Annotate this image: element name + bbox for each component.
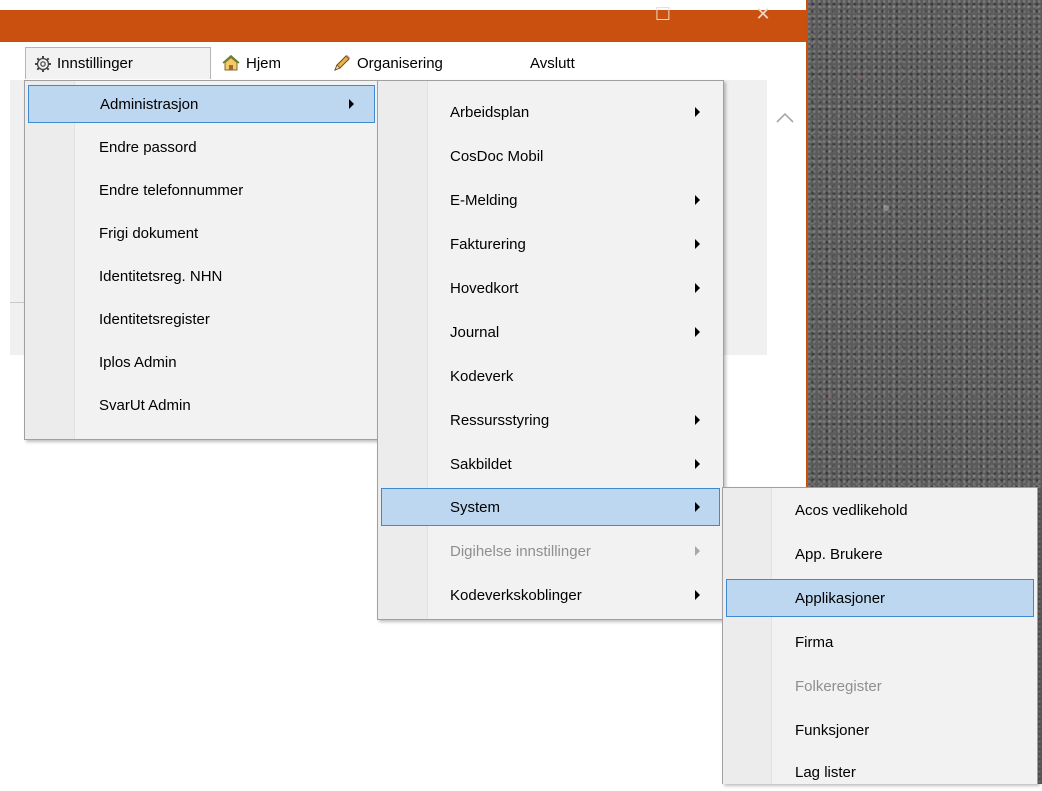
menu-hjem-label: Hjem <box>246 54 282 72</box>
menu-item-label: Identitetsregister <box>99 310 210 328</box>
submenu-arrow-icon <box>695 590 700 600</box>
menu-item-label: E-Melding <box>450 191 518 209</box>
menu-item-e-melding[interactable]: E-Melding <box>381 181 720 219</box>
menu-item-folkeregister: Folkeregister <box>726 667 1034 705</box>
menu-item-sakbildet[interactable]: Sakbildet <box>381 445 720 483</box>
menu-item-label: Sakbildet <box>450 455 512 473</box>
title-bar: ☐ ✕ <box>0 4 806 42</box>
menu-item-label: Digihelse innstillinger <box>450 542 591 560</box>
innstillinger-dropdown: Administrasjon Endre passord Endre telef… <box>24 80 379 440</box>
close-icon: ✕ <box>755 4 771 24</box>
menu-item-label: Arbeidsplan <box>450 103 530 121</box>
menu-item-label: Endre telefonnummer <box>99 181 244 199</box>
menu-item-lag-lister[interactable]: Lag lister <box>726 753 1034 791</box>
menu-item-hovedkort[interactable]: Hovedkort <box>381 269 720 307</box>
close-button[interactable]: ✕ <box>740 4 786 30</box>
menu-item-label: Endre passord <box>99 138 197 156</box>
menu-item-firma[interactable]: Firma <box>726 623 1034 661</box>
menu-item-arbeidsplan[interactable]: Arbeidsplan <box>381 93 720 131</box>
menu-innstillinger-label: Innstillinger <box>57 55 133 72</box>
menu-item-label: Firma <box>795 633 834 651</box>
maximize-button[interactable]: ☐ <box>640 4 686 30</box>
menu-item-label: App. Brukere <box>795 545 883 563</box>
submenu-arrow-icon <box>695 459 700 469</box>
submenu-arrow-icon <box>695 327 700 337</box>
menu-item-endre-passord[interactable]: Endre passord <box>28 128 375 166</box>
menu-item-endre-telefonnummer[interactable]: Endre telefonnummer <box>28 171 375 209</box>
submenu-arrow-icon <box>349 99 354 109</box>
menu-item-label: CosDoc Mobil <box>450 147 544 165</box>
menu-organisering[interactable]: Organisering <box>324 47 451 79</box>
scroll-up-icon[interactable] <box>775 112 795 124</box>
desktop-speck <box>978 300 981 303</box>
menu-bar: Innstillinger Hjem Organisering Avslutt <box>10 46 800 80</box>
menu-hjem[interactable]: Hjem <box>213 47 289 79</box>
menu-avslutt-label: Avslutt <box>530 54 575 72</box>
menu-item-label: Kodeverk <box>450 367 514 385</box>
desktop-speck <box>938 20 941 23</box>
menu-item-app-brukere[interactable]: App. Brukere <box>726 535 1034 573</box>
menu-item-identitetsreg-nhn[interactable]: Identitetsreg. NHN <box>28 257 375 295</box>
menu-item-funksjoner[interactable]: Funksjoner <box>726 711 1034 749</box>
maximize-icon: ☐ <box>654 4 672 24</box>
menu-innstillinger[interactable]: Innstillinger <box>25 47 211 79</box>
menu-item-identitetsregister[interactable]: Identitetsregister <box>28 300 375 338</box>
submenu-arrow-icon <box>695 107 700 117</box>
submenu-arrow-icon <box>695 239 700 249</box>
menu-item-label: Funksjoner <box>795 721 870 739</box>
pencil-icon <box>334 55 350 71</box>
menu-item-kodeverkskoblinger[interactable]: Kodeverkskoblinger <box>381 576 720 614</box>
menu-item-label: Identitetsreg. NHN <box>99 267 223 285</box>
submenu-arrow-icon <box>695 283 700 293</box>
submenu-arrow-icon <box>695 502 700 512</box>
menu-item-label: SvarUt Admin <box>99 396 191 414</box>
menu-item-label: Hovedkort <box>450 279 519 297</box>
menu-item-label: Frigi dokument <box>99 224 199 242</box>
menu-item-label: Applikasjoner <box>795 589 886 607</box>
menu-organisering-label: Organisering <box>357 54 443 72</box>
home-icon <box>222 54 240 71</box>
menu-item-label: System <box>450 498 501 516</box>
menu-item-label: Kodeverkskoblinger <box>450 586 582 604</box>
menu-item-system[interactable]: System <box>381 488 720 526</box>
menu-item-acos-vedlikehold[interactable]: Acos vedlikehold <box>726 491 1034 529</box>
menu-item-label: Folkeregister <box>795 677 882 695</box>
menu-avslutt[interactable]: Avslutt <box>522 47 583 79</box>
menu-item-label: Iplos Admin <box>99 353 177 371</box>
submenu-arrow-icon <box>695 415 700 425</box>
desktop-speck <box>883 205 889 211</box>
menu-item-svarut-admin[interactable]: SvarUt Admin <box>28 386 375 424</box>
menu-item-fakturering[interactable]: Fakturering <box>381 225 720 263</box>
menu-item-kodeverk[interactable]: Kodeverk <box>381 357 720 395</box>
menu-item-label: Journal <box>450 323 500 341</box>
submenu-arrow-icon <box>695 195 700 205</box>
menu-item-applikasjoner[interactable]: Applikasjoner <box>726 579 1034 617</box>
menu-item-label: Ressursstyring <box>450 411 550 429</box>
menu-item-label: Fakturering <box>450 235 526 253</box>
menu-item-cosdoc-mobil[interactable]: CosDoc Mobil <box>381 137 720 175</box>
menu-item-label: Acos vedlikehold <box>795 501 908 519</box>
menu-item-journal[interactable]: Journal <box>381 313 720 351</box>
menu-item-iplos-admin[interactable]: Iplos Admin <box>28 343 375 381</box>
menu-item-administrasjon[interactable]: Administrasjon <box>28 85 375 123</box>
gear-icon <box>35 55 51 72</box>
system-submenu: Acos vedlikehold App. Brukere Applikasjo… <box>722 487 1038 784</box>
desktop-speck <box>858 75 863 79</box>
menu-item-frigi-dokument[interactable]: Frigi dokument <box>28 214 375 252</box>
desktop-speck <box>828 395 832 399</box>
administrasjon-submenu: Arbeidsplan CosDoc Mobil E-Melding Faktu… <box>377 80 724 620</box>
menu-item-ressursstyring[interactable]: Ressursstyring <box>381 401 720 439</box>
menu-item-label: Administrasjon <box>100 95 199 113</box>
submenu-arrow-icon <box>695 546 700 556</box>
menu-item-digihelse-innstillinger: Digihelse innstillinger <box>381 532 720 570</box>
menu-item-label: Lag lister <box>795 763 856 781</box>
